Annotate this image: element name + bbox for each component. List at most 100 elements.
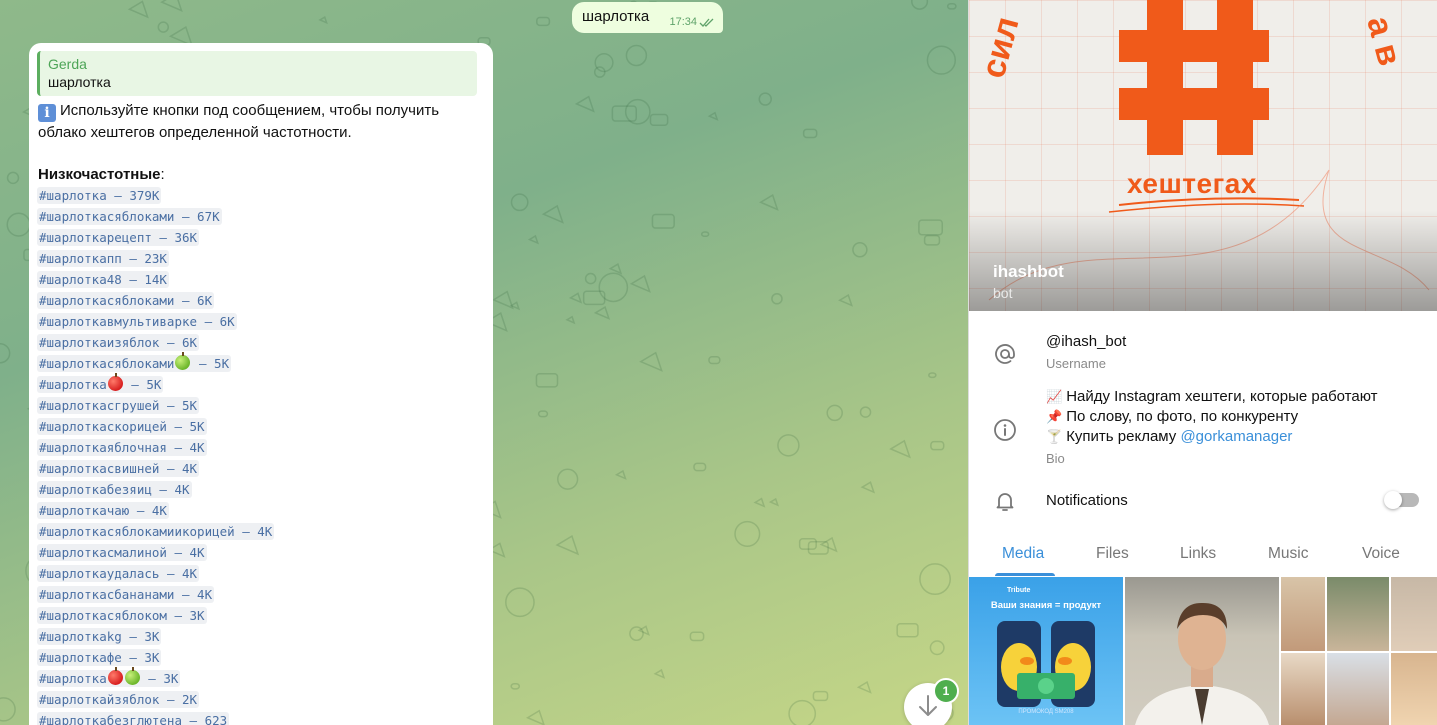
info-icon: i (38, 104, 56, 122)
notifications-row[interactable]: Notifications (969, 480, 1437, 524)
hashtag-link[interactable]: #шарлоткасяблоками – 67К (37, 208, 222, 225)
media-thumb-3[interactable] (1391, 577, 1437, 651)
tab-media[interactable]: Media (1002, 545, 1044, 563)
svg-text:а в: а в (1359, 12, 1408, 69)
hashtag-item: #шарлоткасбананами – 4К (37, 584, 485, 605)
bio-line: 🍸 Купить рекламу @gorkamanager (1046, 428, 1293, 445)
hashtag-item: #шарлоткасяблоками – 67К (37, 206, 485, 227)
tab-files[interactable]: Files (1096, 545, 1129, 563)
media-thumb-6[interactable] (1391, 653, 1437, 725)
hashtag-item: #шарлоткасяблоками – 6К (37, 290, 485, 311)
hashtag-link[interactable]: #шарлоткаскорицей – 5К (37, 418, 207, 435)
hashtag-item: #шарлоткабезяиц – 4К (37, 479, 485, 500)
cover-word: хештегах (1127, 168, 1257, 199)
hashtag-link[interactable]: #шарлоткафе – 3К (37, 649, 162, 666)
media-grid: Tribute Ваши знания = продукт ПРОМОКОД S… (969, 577, 1437, 725)
hashtag-link[interactable]: #шарлоткасяблоками – 6К (37, 292, 215, 309)
hashtag-link[interactable]: #шарлотка – 5К (37, 373, 164, 393)
username-value[interactable]: @ihash_bot (1046, 333, 1126, 350)
hashtag-item: #шарлотка – 5К (37, 373, 485, 395)
hashtag-link[interactable]: #шарлотка48 – 14К (37, 271, 169, 288)
hashtag-item: #шарлоткасгрушей – 5К (37, 395, 485, 416)
media-thumb-4[interactable] (1281, 653, 1325, 725)
username-row[interactable]: @ihash_bot Username (969, 320, 1437, 380)
media-thumb-5[interactable] (1327, 653, 1389, 725)
notifications-label: Notifications (1046, 492, 1128, 509)
double-check-icon (699, 18, 714, 27)
hashtag-link[interactable]: #шарлоткаизяблок – 6К (37, 334, 200, 351)
hashtag-link[interactable]: #шарлоткабезглютена – 623 (37, 712, 230, 725)
hashtag-link[interactable]: #шарлоткасгрушей – 5К (37, 397, 200, 414)
hashtag-link[interactable]: #шарлотка – 3К (37, 667, 181, 687)
hashtag-item: #шарлоткапп – 23К (37, 248, 485, 269)
hashtag-link[interactable]: #шарлоткабезяиц – 4К (37, 481, 192, 498)
media-thumb-tribute[interactable]: Tribute Ваши знания = продукт ПРОМОКОД S… (969, 577, 1123, 725)
section-title: Низкочастотные: (38, 166, 165, 183)
hashtag-link[interactable]: #шарлоткасмалиной – 4К (37, 544, 207, 561)
bio-line: 📌 По слову, по фото, по конкуренту (1046, 408, 1299, 425)
hashtag-item: #шарлоткасяблокамиикорицей – 4К (37, 521, 485, 542)
hashtag-link[interactable]: #шарлоткайзяблок – 2К (37, 691, 200, 708)
bot-message-bubble[interactable]: Gerda шарлотка i Используйте кнопки под с… (29, 43, 493, 725)
hashtag-link[interactable]: #шарлоткачаю – 4К (37, 502, 169, 519)
hashtag-item: #шарлоткачаю – 4К (37, 500, 485, 521)
profile-cover[interactable]: сил а в хештегах ihashbot bot (969, 0, 1437, 311)
tab-links[interactable]: Links (1180, 545, 1216, 563)
reply-quote[interactable]: Gerda шарлотка (37, 51, 477, 96)
hashtag-item: #шарлотка – 3К (37, 667, 485, 689)
hashtag-link[interactable]: #шарлоткасяблоками – 5К (37, 352, 232, 372)
hashtag-link[interactable]: #шарлоткасяблоком – 3К (37, 607, 207, 624)
bio-row[interactable]: 📈 Найду Instagram хештеги, которые работа… (969, 386, 1437, 474)
green-apple-icon (124, 667, 140, 685)
tab-music[interactable]: Music (1268, 545, 1308, 563)
profile-name: ihashbot (993, 262, 1064, 281)
media-thumb-1[interactable] (1281, 577, 1325, 651)
media-thumb-2[interactable] (1327, 577, 1389, 651)
bio-text: 📈 Найду Instagram хештеги, которые работа… (1046, 387, 1378, 447)
red-apple-icon (107, 373, 123, 391)
hashtag-item: #шарлоткабезглютена – 623 (37, 710, 485, 725)
hashtag-link[interactable]: #шарлоткапп – 23К (37, 250, 169, 267)
hashtag-link[interactable]: #шарлоткасвишней – 4К (37, 460, 200, 477)
hashtag-item: #шарлоткаудалась – 4К (37, 563, 485, 584)
info-circle-icon (994, 419, 1016, 441)
notifications-toggle[interactable] (1384, 491, 1419, 509)
hashtag-item: #шарлотка48 – 14К (37, 269, 485, 290)
tab-voice[interactable]: Voice (1362, 545, 1400, 563)
red-apple-icon (107, 667, 123, 685)
media-tabs: Media Files Links Music Voice (969, 538, 1437, 576)
hashtag-link[interactable]: #шарлотка – 379К (37, 187, 162, 204)
svg-text:сил: сил (974, 13, 1027, 82)
hashtag-item: #шарлоткаяблочная – 4К (37, 437, 485, 458)
profile-subtitle: bot (993, 285, 1013, 301)
bio-label: Bio (1046, 451, 1065, 466)
active-tab-indicator (995, 573, 1055, 576)
chat-area[interactable]: шарлотка 17:34 Gerda шарлотка i Используй… (0, 0, 968, 725)
hashtag-item: #шарлоткайзяблок – 2К (37, 689, 485, 710)
hashtag-link[interactable]: #шарлоткавмультиварке – 6К (37, 313, 237, 330)
hashtag-item: #шарлоткаизяблок – 6К (37, 332, 485, 353)
hashtag-link[interactable]: #шарлоткаудалась – 4К (37, 565, 200, 582)
hashtag-link[interactable]: #шарлоткарецепт – 36К (37, 229, 200, 246)
hashtag-item: #шарлоткасвишней – 4К (37, 458, 485, 479)
bio-line: 📈 Найду Instagram хештеги, которые работа… (1046, 388, 1378, 405)
reply-author: Gerda (48, 56, 87, 72)
bio-link[interactable]: @gorkamanager (1180, 428, 1292, 445)
hashtag-item: #шарлотка – 379К (37, 185, 485, 206)
hashtag-link[interactable]: #шарлоткасяблокамиикорицей – 4К (37, 523, 275, 540)
hashtag-item: #шарлоткарецепт – 36К (37, 227, 485, 248)
hashtag-item: #шарлоткасяблоком – 3К (37, 605, 485, 626)
hashtag-item: #шарлоткаkg – 3К (37, 626, 485, 647)
portrait-illustration (1135, 602, 1269, 725)
message-time: 17:34 (669, 16, 697, 28)
hashtag-item: #шарлоткавмультиварке – 6К (37, 311, 485, 332)
hashtag-item: #шарлоткасмалиной – 4К (37, 542, 485, 563)
media-thumb-portrait[interactable] (1125, 577, 1279, 725)
intro-text: Используйте кнопки под сообщением, чтобы… (38, 102, 440, 141)
hashtag-link[interactable]: #шарлоткаkg – 3К (37, 628, 162, 645)
bio-emoji-icon: 🍸 (1046, 429, 1063, 444)
sent-message-bubble[interactable]: шарлотка 17:34 (572, 2, 723, 33)
hashtag-link[interactable]: #шарлоткаяблочная – 4К (37, 439, 207, 456)
hashtag-link[interactable]: #шарлоткасбананами – 4К (37, 586, 215, 603)
username-label: Username (1046, 356, 1106, 371)
